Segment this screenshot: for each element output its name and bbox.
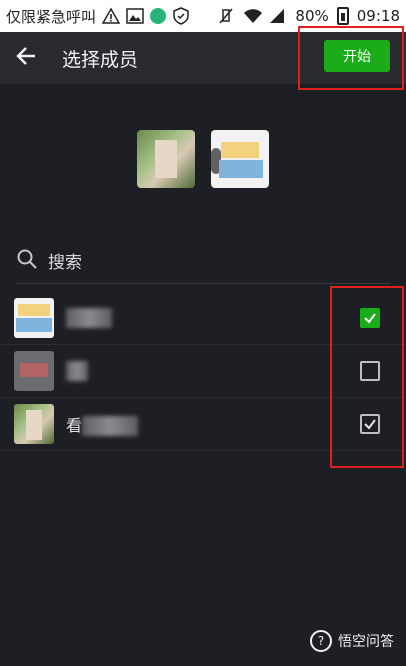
avatar [14, 404, 54, 444]
battery-percent: 80% [295, 7, 329, 25]
signal-icon [269, 7, 287, 25]
battery-icon [336, 7, 349, 25]
list-item[interactable] [0, 345, 406, 398]
checkbox-unchecked[interactable] [360, 361, 380, 381]
page-title: 选择成员 [62, 48, 139, 71]
member-name [66, 361, 88, 382]
wukong-logo-icon: ? [310, 630, 332, 652]
list-item[interactable]: 看 [0, 398, 406, 451]
start-button[interactable]: 开始 [324, 40, 390, 72]
status-bar: 仅限紧急呼叫 80% 09:18 [0, 0, 406, 32]
selected-avatar[interactable] [137, 130, 195, 188]
image-icon [126, 7, 144, 25]
shield-icon [172, 7, 190, 25]
app-notification-icon [150, 8, 167, 24]
member-name [66, 308, 112, 329]
checkbox-checked[interactable] [360, 414, 380, 434]
clock: 09:18 [356, 7, 400, 25]
list-item[interactable] [0, 292, 406, 345]
avatar [14, 351, 54, 391]
checkbox-checked[interactable] [360, 308, 380, 328]
alert-icon [101, 7, 121, 25]
avatar [14, 298, 54, 338]
watermark-text: 悟空问答 [338, 634, 394, 650]
back-arrow-icon [15, 45, 37, 71]
watermark: ? 悟空问答 [310, 630, 394, 652]
search-input[interactable]: 搜索 [48, 248, 82, 273]
search-bar[interactable]: 搜索 [16, 238, 390, 284]
selected-members [0, 84, 406, 234]
back-button[interactable] [0, 32, 52, 84]
carrier-text: 仅限紧急呼叫 [6, 7, 97, 26]
search-icon [16, 248, 38, 274]
mute-icon [217, 7, 235, 25]
selected-avatar[interactable] [211, 130, 269, 188]
header: 选择成员 开始 [0, 32, 406, 84]
wifi-icon [243, 7, 263, 25]
member-name: 看 [66, 412, 139, 437]
member-list: 看 [0, 292, 406, 451]
